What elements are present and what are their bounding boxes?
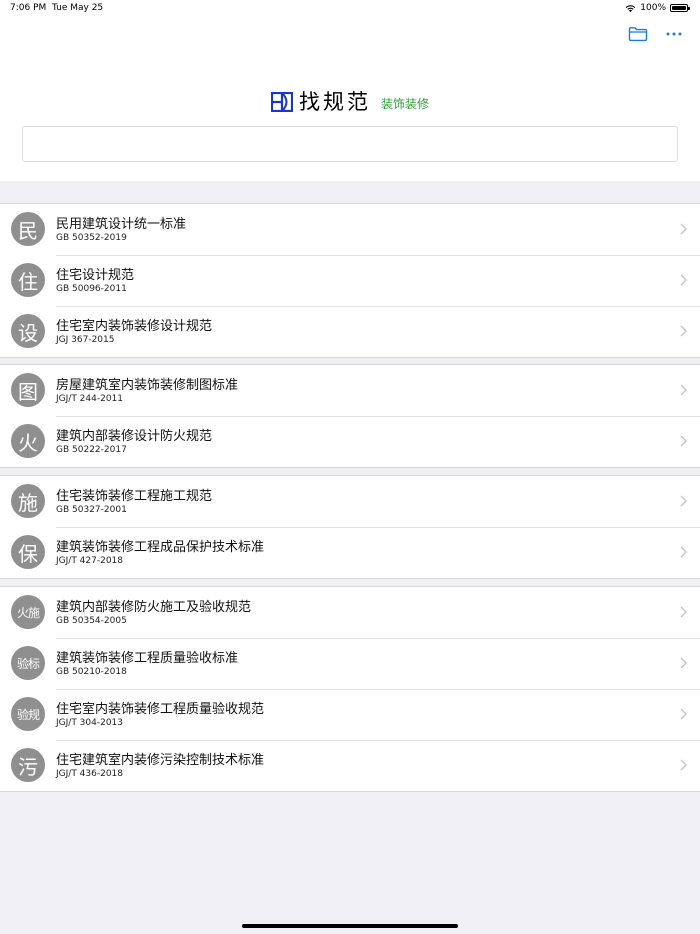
app-logo-icon: [270, 92, 293, 112]
list-item[interactable]: 火施 建筑内部装修防火施工及验收规范 GB 50354-2005: [0, 587, 700, 638]
item-title: 建筑装饰装修工程质量验收标准: [56, 651, 239, 666]
header: 找规范 装饰装修: [0, 18, 700, 181]
chevron-right-icon: [680, 325, 687, 337]
item-code: GB 50096-2011: [56, 284, 127, 294]
list-group: 施住宅装饰装修工程施工规范 GB 50327-2001 保建筑装饰装修工程成品保护技…: [0, 475, 700, 579]
item-badge-icon: 污: [11, 748, 45, 782]
item-code: JGJ/T 436-2018: [56, 769, 124, 779]
item-title: 建筑装饰装修工程成品保护技术标准: [56, 540, 265, 555]
item-badge-icon: 施: [11, 484, 45, 518]
item-code: JGJ/T 304-2013: [56, 718, 124, 728]
item-code: GB 50352-2019: [56, 233, 127, 243]
item-code: JGJ/T 244-2011: [56, 394, 124, 404]
battery-icon: [670, 4, 690, 12]
chevron-right-icon: [680, 223, 687, 235]
chevron-right-icon: [680, 759, 687, 771]
item-title: 住宅建筑室内装修污染控制技术标准: [56, 753, 265, 768]
item-title: 住宅室内装饰装修工程质量验收规范: [56, 702, 265, 717]
chevron-right-icon: [680, 606, 687, 618]
item-badge-icon: 火: [11, 424, 45, 458]
list-group: 火施 建筑内部装修防火施工及验收规范 GB 50354-2005 验标 建筑装饰装修工程…: [0, 586, 700, 792]
brand: 找规范 装饰装修: [0, 88, 700, 114]
battery-percent: 100%: [640, 3, 666, 13]
list-item[interactable]: 民民用建筑设计统一标准 GB 50352-2019: [0, 204, 700, 255]
app-subtitle: 装饰装修: [380, 97, 429, 111]
item-code: JGJ/T 427-2018: [56, 556, 124, 566]
ellipsis-icon[interactable]: [664, 28, 684, 40]
status-bar: 7:06 PM Tue May 25 100%: [0, 0, 700, 18]
home-indicator[interactable]: [242, 924, 458, 928]
item-badge-icon: 验标: [11, 646, 45, 680]
chevron-right-icon: [680, 274, 687, 286]
status-indicators: 100%: [625, 3, 690, 13]
list-group: 民民用建筑设计统一标准 GB 50352-2019 住住宅设计规范 GB 50096-…: [0, 203, 700, 358]
item-title: 建筑内部装修防火施工及验收规范: [56, 600, 252, 615]
item-badge-icon: 火施: [11, 595, 45, 629]
list-item[interactable]: 保建筑装饰装修工程成品保护技术标准 JGJ/T 427-2018: [0, 527, 700, 578]
status-time: 7:06 PM: [10, 3, 47, 13]
chevron-right-icon: [680, 708, 687, 720]
list-item[interactable]: 图房屋建筑室内装饰装修制图标准 JGJ/T 244-2011: [0, 365, 700, 416]
item-code: GB 50327-2001: [56, 505, 127, 515]
chevron-right-icon: [680, 495, 687, 507]
chevron-right-icon: [680, 384, 687, 396]
folder-icon[interactable]: [628, 26, 648, 42]
item-badge-icon: 验规: [11, 697, 45, 731]
item-title: 住宅装饰装修工程施工规范: [56, 489, 213, 504]
list-group: 图房屋建筑室内装饰装修制图标准 JGJ/T 244-2011 火建筑内部装修设计防火…: [0, 364, 700, 468]
chevron-right-icon: [680, 546, 687, 558]
item-badge-icon: 民: [11, 212, 45, 246]
list-item[interactable]: 设住宅室内装饰装修设计规范 JGJ 367-2015: [0, 306, 700, 357]
item-badge-icon: 保: [11, 535, 45, 569]
list-item[interactable]: 火建筑内部装修设计防火规范 GB 50222-2017: [0, 416, 700, 467]
search-box[interactable]: [22, 126, 678, 162]
item-title: 住宅室内装饰装修设计规范: [56, 319, 213, 334]
item-title: 建筑内部装修设计防火规范: [56, 429, 213, 444]
item-title: 房屋建筑室内装饰装修制图标准: [56, 378, 239, 393]
item-title: 住宅设计规范: [56, 268, 135, 283]
item-code: JGJ 367-2015: [56, 335, 115, 345]
list-item[interactable]: 验标 建筑装饰装修工程质量验收标准 GB 50210-2018: [0, 638, 700, 689]
item-code: GB 50354-2005: [56, 616, 127, 626]
list-item[interactable]: 施住宅装饰装修工程施工规范 GB 50327-2001: [0, 476, 700, 527]
item-badge-icon: 图: [11, 373, 45, 407]
list-item[interactable]: 污住宅建筑室内装修污染控制技术标准 JGJ/T 436-2018: [0, 740, 700, 791]
status-date: Tue May 25: [52, 3, 104, 13]
search-input[interactable]: [23, 127, 677, 161]
item-badge-icon: 设: [11, 314, 45, 348]
list-item[interactable]: 住住宅设计规范 GB 50096-2011: [0, 255, 700, 306]
item-code: GB 50222-2017: [56, 445, 127, 455]
item-title: 民用建筑设计统一标准: [56, 217, 187, 232]
item-badge-icon: 住: [11, 263, 45, 297]
wifi-icon: [625, 4, 636, 12]
chevron-right-icon: [680, 435, 687, 447]
chevron-right-icon: [680, 657, 687, 669]
item-code: GB 50210-2018: [56, 667, 127, 677]
app-title: 找规范: [298, 90, 371, 114]
list-item[interactable]: 验规 住宅室内装饰装修工程质量验收规范 JGJ/T 304-2013: [0, 689, 700, 740]
